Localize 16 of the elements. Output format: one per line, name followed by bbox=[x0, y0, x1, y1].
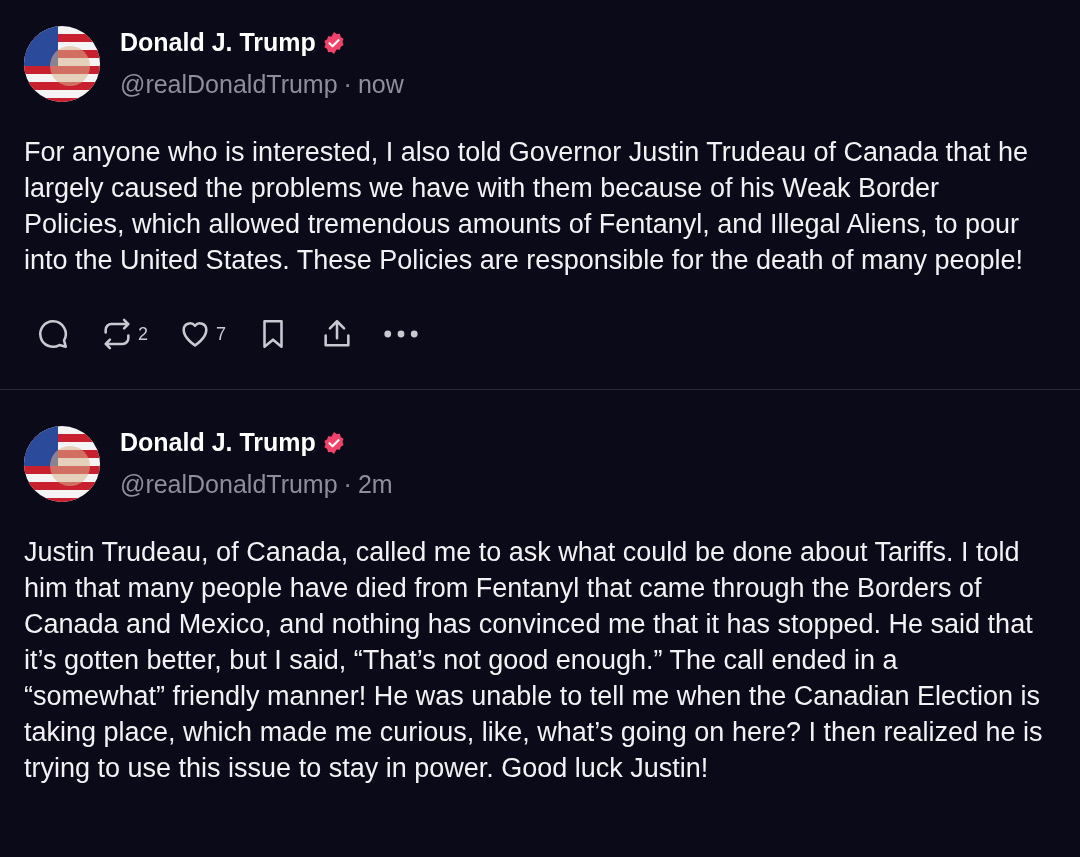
like-button[interactable]: 7 bbox=[178, 317, 227, 351]
separator: · bbox=[343, 468, 352, 500]
post-text: For anyone who is interested, I also told Governor Justin Trudeau of Canada that he largely caused the problems we have with them because of his Weak Border Policies, which allowed tremendous amounts of Fentanyl, and Illegal Aliens, to pour into the United States. These Policies are responsible for the death of many people! bbox=[24, 136, 1030, 277]
speech-bubble-icon bbox=[36, 317, 70, 351]
repost-button[interactable]: 2 bbox=[100, 317, 148, 351]
reply-button[interactable] bbox=[36, 317, 70, 351]
separator: · bbox=[343, 68, 352, 100]
post-text: Justin Trudeau, of Canada, called me to ask what could be done about Tariffs. I told him that many people have died from Fentanyl that came through the Borders of Canada and Mexico, and nothing has convinced me that it has stopped. He said that it’s gotten better, but I said, “That’s not good enough.” The call ended in a “somewhat” friendly manner! He was unable to tell me when the Canadian Election is taking place, which made me curious, like, what’s going on here? I then realized he is trying to use this issue to stay in power. Good luck Justin! bbox=[24, 536, 1044, 785]
more-icon bbox=[384, 330, 419, 338]
post-time: 2m bbox=[357, 468, 393, 500]
user-handle[interactable]: @realDonaldTrump bbox=[120, 65, 338, 103]
author-name[interactable]: Donald J. Trump bbox=[120, 24, 316, 62]
post-time: now bbox=[357, 68, 404, 100]
more-button[interactable] bbox=[384, 330, 419, 338]
user-handle[interactable]: @realDonaldTrump bbox=[120, 465, 338, 503]
author-name[interactable]: Donald J. Trump bbox=[120, 424, 316, 462]
